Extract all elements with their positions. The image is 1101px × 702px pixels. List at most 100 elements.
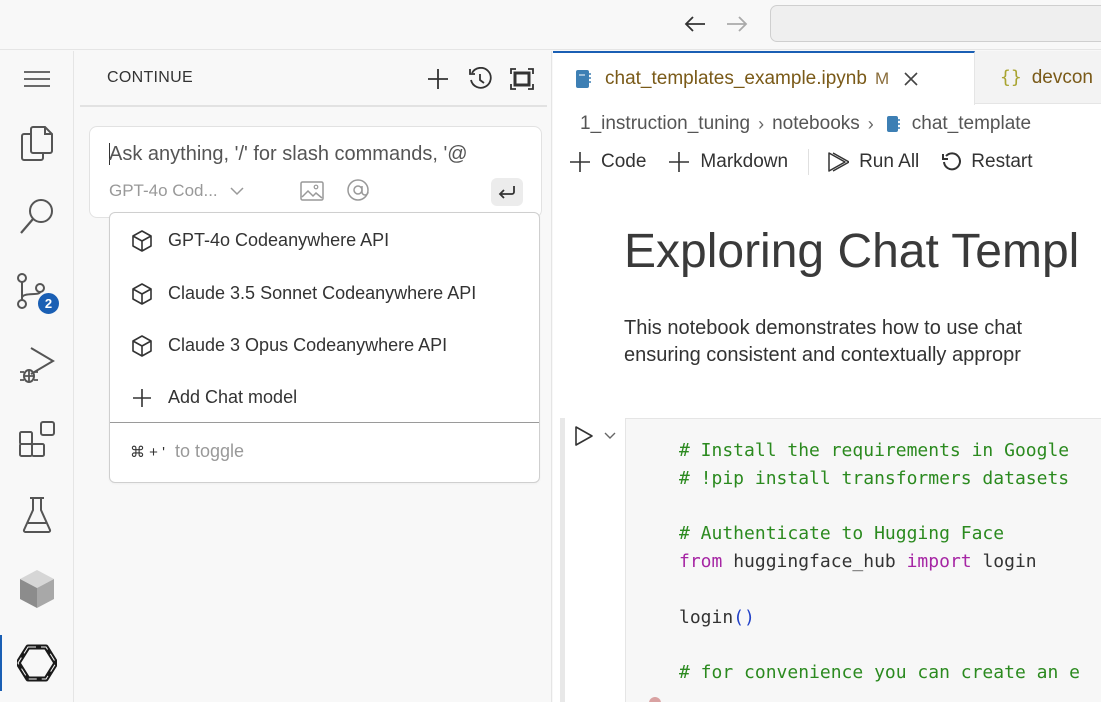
forward-button[interactable] xyxy=(723,10,751,38)
panel-divider xyxy=(80,105,547,107)
chat-input-box: GPT-4o Cod... xyxy=(89,126,542,218)
model-option[interactable]: GPT-4o Codeanywhere API xyxy=(110,214,539,266)
chevron-down-icon xyxy=(604,432,616,439)
tab-chat-templates[interactable]: chat_templates_example.ipynb M xyxy=(553,51,975,105)
model-option[interactable]: Claude 3.5 Sonnet Codeanywhere API xyxy=(110,267,539,319)
model-option-label: GPT-4o Codeanywhere API xyxy=(168,229,390,250)
toggle-shortcut: ⌘ + ' xyxy=(130,443,165,461)
command-center-search[interactable] xyxy=(770,5,1101,42)
image-icon xyxy=(300,181,324,201)
cube-outline-icon xyxy=(132,283,152,305)
toolbar-divider xyxy=(808,149,810,175)
toggle-hint: to toggle xyxy=(174,441,245,461)
code-token: () xyxy=(733,606,755,628)
cube-icon xyxy=(20,570,54,608)
markdown-heading: Exploring Chat Templ xyxy=(624,225,1080,278)
markdown-line: This notebook demonstrates how to use ch… xyxy=(624,317,1023,339)
dropdown-divider xyxy=(110,422,539,423)
activity-testing[interactable] xyxy=(0,487,74,543)
model-option-label: Claude 3.5 Sonnet Codeanywhere API xyxy=(168,282,477,303)
submit-button[interactable] xyxy=(491,178,523,206)
activity-run-debug[interactable] xyxy=(0,337,74,393)
continue-logo-icon xyxy=(17,644,57,682)
files-icon xyxy=(21,126,53,161)
close-icon[interactable] xyxy=(903,71,919,87)
code-line: from huggingface_hub import login xyxy=(679,548,1080,576)
cell-focus-indicator xyxy=(560,418,565,702)
plus-icon xyxy=(570,152,590,172)
history-button[interactable] xyxy=(464,63,496,95)
model-option[interactable]: Claude 3 Opus Codeanywhere API xyxy=(110,319,539,371)
breadcrumb-item[interactable]: notebooks xyxy=(772,113,860,135)
source-control-badge: 2 xyxy=(36,291,61,316)
run-all-button[interactable]: Run All xyxy=(827,151,919,173)
model-selector[interactable]: GPT-4o Cod... xyxy=(109,181,244,201)
add-code-label: Code xyxy=(601,151,647,172)
breadcrumb-item[interactable]: 1_instruction_tuning xyxy=(580,113,750,135)
modified-flag: M xyxy=(874,69,890,88)
dropdown-footer: ⌘ + ' to toggle xyxy=(130,441,244,462)
tab-devcontainer[interactable]: {} devcon xyxy=(976,51,1101,104)
activity-continue[interactable] xyxy=(0,635,74,691)
activity-codeanywhere[interactable] xyxy=(0,561,74,617)
code-comment: # !pip install transformers datasets xyxy=(679,467,1070,489)
breadcrumb-item[interactable]: chat_template xyxy=(912,113,1031,135)
notebook-toolbar: Code Markdown Run All Restart xyxy=(569,147,1055,177)
arrow-right-icon xyxy=(727,16,748,32)
fullscreen-button[interactable] xyxy=(506,63,538,95)
code-line: login() xyxy=(679,604,1080,632)
activity-bar: 2 xyxy=(0,51,74,702)
back-button[interactable] xyxy=(681,10,709,38)
code-token: login xyxy=(971,551,1037,573)
breadcrumb-separator: › xyxy=(867,113,874,134)
markdown-line: ensuring consistent and contextually app… xyxy=(624,344,1021,366)
editor-tabs: chat_templates_example.ipynb M {} devcon xyxy=(553,51,1101,105)
run-debug-icon xyxy=(20,347,55,383)
play-icon xyxy=(575,426,593,446)
code-comment: # Install the requirements in Google xyxy=(679,440,1070,461)
cube-outline-icon xyxy=(132,335,152,357)
markdown-paragraph: This notebook demonstrates how to use ch… xyxy=(624,315,1022,369)
mention-button[interactable] xyxy=(346,178,370,208)
hamburger-menu-icon xyxy=(24,71,50,87)
code-comment: # for convenience you can create an e xyxy=(679,662,1080,684)
restart-button[interactable]: Restart xyxy=(941,151,1033,173)
plus-icon xyxy=(669,152,690,172)
breadcrumb: 1_instruction_tuning › notebooks › chat_… xyxy=(580,111,1031,137)
extensions-icon xyxy=(19,421,55,457)
add-chat-model-label: Add Chat model xyxy=(168,386,298,407)
activity-extensions[interactable] xyxy=(0,411,74,467)
json-braces-icon: {} xyxy=(1000,67,1022,88)
code-keyword: from xyxy=(679,551,723,573)
chat-input[interactable] xyxy=(109,140,529,168)
code-line: # !pip install transformers datasets xyxy=(679,465,1080,493)
run-cell-button[interactable] xyxy=(573,424,595,453)
code-cell-editor[interactable]: # Install the requirements in Google # !p… xyxy=(625,418,1101,702)
restart-label: Restart xyxy=(971,151,1033,172)
breadcrumb-separator: › xyxy=(758,113,765,134)
ide-window: 2 CONTINUE Ask anything, '/' for slash c… xyxy=(0,0,1101,702)
activity-explorer[interactable] xyxy=(0,115,74,171)
run-all-label: Run All xyxy=(859,151,920,172)
add-code-cell-button[interactable]: Code xyxy=(569,151,646,173)
notebook-icon xyxy=(576,70,591,88)
activity-search[interactable] xyxy=(0,188,74,244)
add-chat-model-option[interactable]: Add Chat model xyxy=(110,371,539,423)
run-options-button[interactable] xyxy=(603,428,617,446)
at-sign-icon xyxy=(347,179,369,201)
code-line: # Install the requirements in Google xyxy=(679,437,1080,465)
panel-header: CONTINUE xyxy=(75,51,552,105)
add-markdown-cell-button[interactable]: Markdown xyxy=(668,151,788,173)
activity-source-control[interactable]: 2 xyxy=(0,263,74,319)
attach-image-button[interactable] xyxy=(300,181,324,206)
model-option-label: Claude 3 Opus Codeanywhere API xyxy=(168,334,448,355)
search-icon xyxy=(20,199,53,234)
plus-icon xyxy=(428,69,448,89)
history-icon xyxy=(469,67,492,89)
menu-button[interactable] xyxy=(0,51,74,107)
model-dropdown: GPT-4o Codeanywhere API Claude 3.5 Sonne… xyxy=(109,212,540,483)
arrow-left-icon xyxy=(684,16,705,32)
new-session-button[interactable] xyxy=(422,63,454,95)
